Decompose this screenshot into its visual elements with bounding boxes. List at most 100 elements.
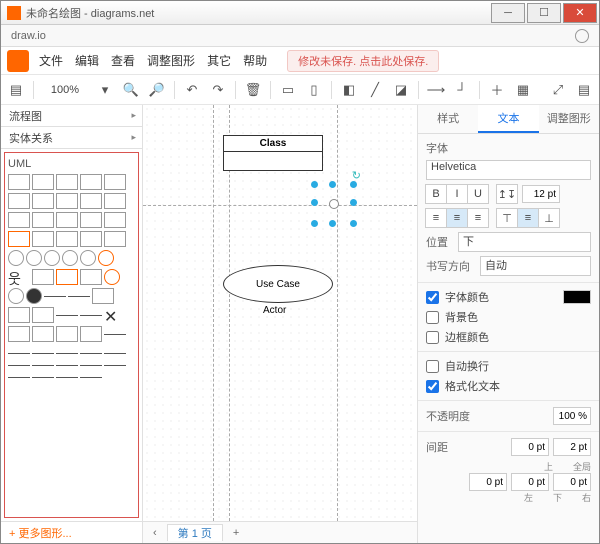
fill-color-icon[interactable]: ◧ [338,79,360,101]
delete-icon[interactable]: 🗑 [242,79,264,101]
center-handle[interactable] [329,199,339,209]
language-icon[interactable] [575,29,589,43]
shape-item[interactable] [80,174,102,190]
menu-file[interactable]: 文件 [39,52,63,69]
menu-help[interactable]: 帮助 [243,52,267,69]
opacity-input[interactable] [553,407,591,425]
shape-item[interactable] [80,212,102,228]
shape-item[interactable] [8,288,24,304]
shape-item[interactable] [8,353,30,354]
shape-item[interactable] [104,307,126,323]
menu-view[interactable]: 查看 [111,52,135,69]
shape-item[interactable] [32,326,54,342]
shape-actor-icon[interactable] [8,269,30,285]
shape-item[interactable] [68,296,90,297]
font-size-input[interactable] [522,185,560,203]
zoom-dropdown-icon[interactable]: ▾ [94,79,116,101]
spacing-left-input[interactable] [469,473,507,491]
shape-item[interactable] [32,377,54,378]
maximize-button[interactable]: ☐ [527,3,561,23]
category-entity[interactable]: 实体关系 [1,127,142,149]
valign-middle-button[interactable]: ≡ [517,208,539,228]
shape-item[interactable] [62,250,78,266]
resize-handle[interactable] [329,181,336,188]
tab-text[interactable]: 文本 [478,105,538,133]
fullscreen-icon[interactable]: ⤢ [547,79,569,101]
canvas[interactable]: Class Use Case Actor ↻ [143,105,417,521]
shape-item[interactable] [104,269,120,285]
category-flowchart[interactable]: 流程图 [1,105,142,127]
resize-handle[interactable] [329,220,336,227]
close-button[interactable]: ✕ [563,3,597,23]
class-shape[interactable]: Class [223,135,323,171]
shape-item[interactable] [32,307,54,323]
shape-item[interactable] [56,315,78,316]
spacing-right-input[interactable] [553,473,591,491]
bold-button[interactable]: B [425,184,447,204]
shape-item[interactable] [104,193,126,209]
spacing-global-input[interactable] [553,438,591,456]
line-color-icon[interactable]: ╱ [364,79,386,101]
shape-item[interactable] [56,365,78,366]
zoom-input[interactable]: 100% [40,84,90,96]
shape-item[interactable] [32,193,54,209]
shape-item[interactable] [8,231,30,247]
zoom-out-icon[interactable]: 🔎 [146,79,168,101]
bg-color-checkbox[interactable] [426,311,439,324]
align-center-button[interactable]: ≡ [446,208,468,228]
vertical-text-button[interactable]: ↥↧ [496,184,518,204]
shape-item[interactable] [32,231,54,247]
more-shapes-button[interactable]: + 更多图形... [1,521,142,543]
shape-item[interactable] [32,353,54,354]
to-front-icon[interactable]: ▭ [277,79,299,101]
shape-item[interactable] [56,212,78,228]
shape-item[interactable] [80,326,102,342]
insert-icon[interactable]: ＋ [486,79,508,101]
formatted-checkbox[interactable] [426,380,439,393]
shadow-icon[interactable]: ◪ [390,79,412,101]
shape-item[interactable] [104,231,126,247]
shape-item[interactable] [104,212,126,228]
spacing-top-input[interactable] [511,438,549,456]
page-add[interactable]: + [223,527,249,539]
shape-item[interactable] [56,353,78,354]
shape-item[interactable] [32,365,54,366]
to-back-icon[interactable]: ▯ [303,79,325,101]
font-select[interactable]: Helvetica [426,160,591,180]
spacing-bottom-input[interactable] [511,473,549,491]
shape-item[interactable] [8,365,30,366]
shape-item[interactable] [8,326,30,342]
shape-item[interactable] [8,250,24,266]
shape-item[interactable] [26,250,42,266]
tab-arrange[interactable]: 调整图形 [539,105,599,133]
underline-button[interactable]: U [467,184,489,204]
shape-item[interactable] [56,231,78,247]
zoom-in-icon[interactable]: 🔍 [120,79,142,101]
shape-item[interactable] [56,193,78,209]
minimize-button[interactable]: ─ [491,3,525,23]
valign-top-button[interactable]: ⊤ [496,208,518,228]
shape-item[interactable] [56,269,78,285]
resize-handle[interactable] [350,220,357,227]
menu-other[interactable]: 其它 [207,52,231,69]
shape-item[interactable] [8,193,30,209]
sidebar-toggle-icon[interactable]: ▤ [5,79,27,101]
page-tab[interactable]: 第 1 页 [167,524,223,541]
shape-item[interactable] [44,250,60,266]
resize-handle[interactable] [350,181,357,188]
menu-edit[interactable]: 编辑 [75,52,99,69]
redo-icon[interactable]: ↷ [207,79,229,101]
shape-item[interactable] [98,250,114,266]
shape-item[interactable] [56,377,78,378]
shape-item[interactable] [92,288,114,304]
italic-button[interactable]: I [446,184,468,204]
shape-item[interactable] [8,174,30,190]
undo-icon[interactable]: ↶ [181,79,203,101]
tab-style[interactable]: 样式 [418,105,478,133]
shape-item[interactable] [56,174,78,190]
shape-item[interactable] [32,212,54,228]
shape-item[interactable] [26,288,42,304]
font-color-swatch[interactable] [563,290,591,304]
shape-item[interactable] [32,269,54,285]
shape-item[interactable] [104,174,126,190]
